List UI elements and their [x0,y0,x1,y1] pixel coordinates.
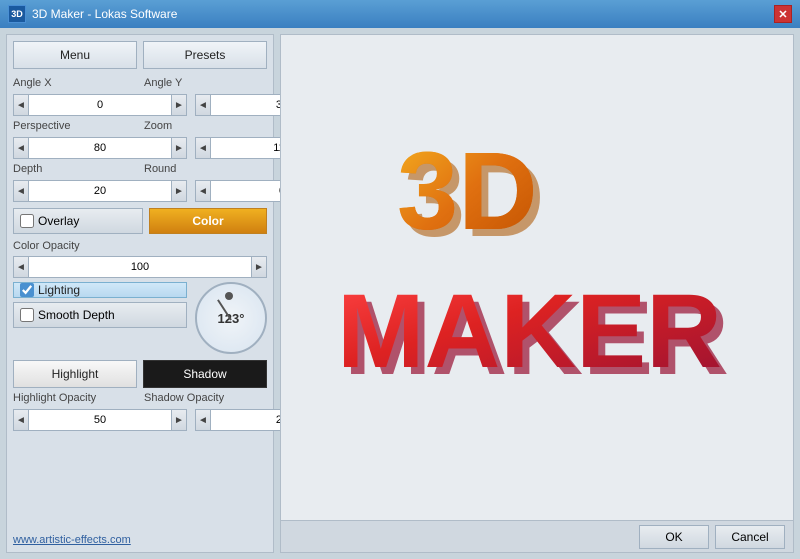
highlight-opacity-spinner: ◄ ► [13,409,187,431]
zoom-left-btn[interactable]: ◄ [195,137,211,159]
depth-right-btn[interactable]: ► [171,180,187,202]
lighting-controls: Lighting Smooth Depth [13,282,187,328]
lighting-button[interactable]: Lighting [13,282,187,298]
dial-dot [225,292,233,300]
angle-x-right-btn[interactable]: ► [171,94,187,116]
round-label: Round [144,163,267,175]
title-bar-left: 3D 3D Maker - Lokas Software [8,5,177,23]
overlay-color-row: Overlay Color [13,208,267,234]
preview-canvas: 3D 3 [281,35,793,552]
color-button[interactable]: Color [149,208,267,234]
svg-text:3D: 3D [397,130,538,253]
angle-x-left-btn[interactable]: ◄ [13,94,29,116]
angle-x-input[interactable] [29,94,171,116]
smooth-depth-checkbox[interactable] [20,308,34,322]
smooth-depth-button[interactable]: Smooth Depth [13,302,187,328]
highlight-button[interactable]: Highlight [13,360,137,388]
highlight-opacity-label: Highlight Opacity [13,392,136,404]
perspective-left-btn[interactable]: ◄ [13,137,29,159]
angle-x-spinner: ◄ ► [13,94,187,116]
lighting-section: Lighting Smooth Depth 123° [13,282,267,354]
shadow-opacity-left-btn[interactable]: ◄ [195,409,211,431]
left-panel: Menu Presets Angle X Angle Y ◄ ► ◄ ► Per… [6,34,274,553]
zoom-label: Zoom [144,120,267,132]
overlay-checkbox[interactable] [20,214,34,228]
lighting-checkbox[interactable] [20,283,34,297]
right-panel: 3D 3 [280,34,794,553]
depth-left-btn[interactable]: ◄ [13,180,29,202]
title-bar: 3D 3D Maker - Lokas Software ✕ [0,0,800,28]
lighting-label: Lighting [38,283,80,297]
angle-x-label: Angle X [13,77,136,89]
color-opacity-spinner: ◄ ► [13,256,267,278]
footer-link[interactable]: www.artistic-effects.com [13,534,267,546]
bottom-bar: OK Cancel [281,520,793,552]
svg-text:MAKER: MAKER [337,273,722,390]
perspective-input[interactable] [29,137,171,159]
persp-zoom-spinners: ◄ ► ◄ ► [13,137,267,159]
round-left-btn[interactable]: ◄ [195,180,211,202]
depth-round-labels: Depth Round [13,163,267,176]
color-opacity-left-btn[interactable]: ◄ [13,256,29,278]
app-icon: 3D [8,5,26,23]
shadow-opacity-label: Shadow Opacity [144,392,267,404]
smooth-depth-label: Smooth Depth [38,308,115,322]
ok-button[interactable]: OK [639,525,709,549]
angle-labels: Angle X Angle Y [13,77,267,90]
menu-button[interactable]: Menu [13,41,137,69]
overlay-button[interactable]: Overlay [13,208,143,234]
highlight-opacity-right-btn[interactable]: ► [171,409,187,431]
depth-input[interactable] [29,180,171,202]
perspective-spinner: ◄ ► [13,137,187,159]
angle-y-label: Angle Y [144,77,267,89]
angle-dial-container: 123° [195,282,267,354]
perspective-label: Perspective [13,120,136,132]
title-text: 3D Maker - Lokas Software [32,7,177,21]
depth-label: Depth [13,163,136,175]
highlight-opacity-input[interactable] [29,409,171,431]
depth-spinner: ◄ ► [13,180,187,202]
depth-round-spinners: ◄ ► ◄ ► [13,180,267,202]
opacity-labels: Highlight Opacity Shadow Opacity [13,392,267,405]
close-button[interactable]: ✕ [774,5,792,23]
color-opacity-input[interactable] [29,256,251,278]
preview-svg: 3D 3 [317,94,757,494]
color-opacity-right-btn[interactable]: ► [251,256,267,278]
highlight-opacity-left-btn[interactable]: ◄ [13,409,29,431]
highlight-shadow-row: Highlight Shadow [13,360,267,388]
angle-y-left-btn[interactable]: ◄ [195,94,211,116]
color-opacity-label: Color Opacity [13,240,267,252]
persp-zoom-labels: Perspective Zoom [13,120,267,133]
presets-button[interactable]: Presets [143,41,267,69]
top-buttons: Menu Presets [13,41,267,69]
opacity-spinners: ◄ ► ◄ ► [13,409,267,431]
cancel-button[interactable]: Cancel [715,525,785,549]
3d-text-group: 3D 3 [337,130,729,397]
overlay-label: Overlay [38,214,79,228]
angle-spinners: ◄ ► ◄ ► [13,94,267,116]
shadow-button[interactable]: Shadow [143,360,267,388]
smooth-depth-row: Smooth Depth [13,302,187,328]
angle-dial[interactable]: 123° [195,282,267,354]
main-container: Menu Presets Angle X Angle Y ◄ ► ◄ ► Per… [0,28,800,559]
perspective-right-btn[interactable]: ► [171,137,187,159]
